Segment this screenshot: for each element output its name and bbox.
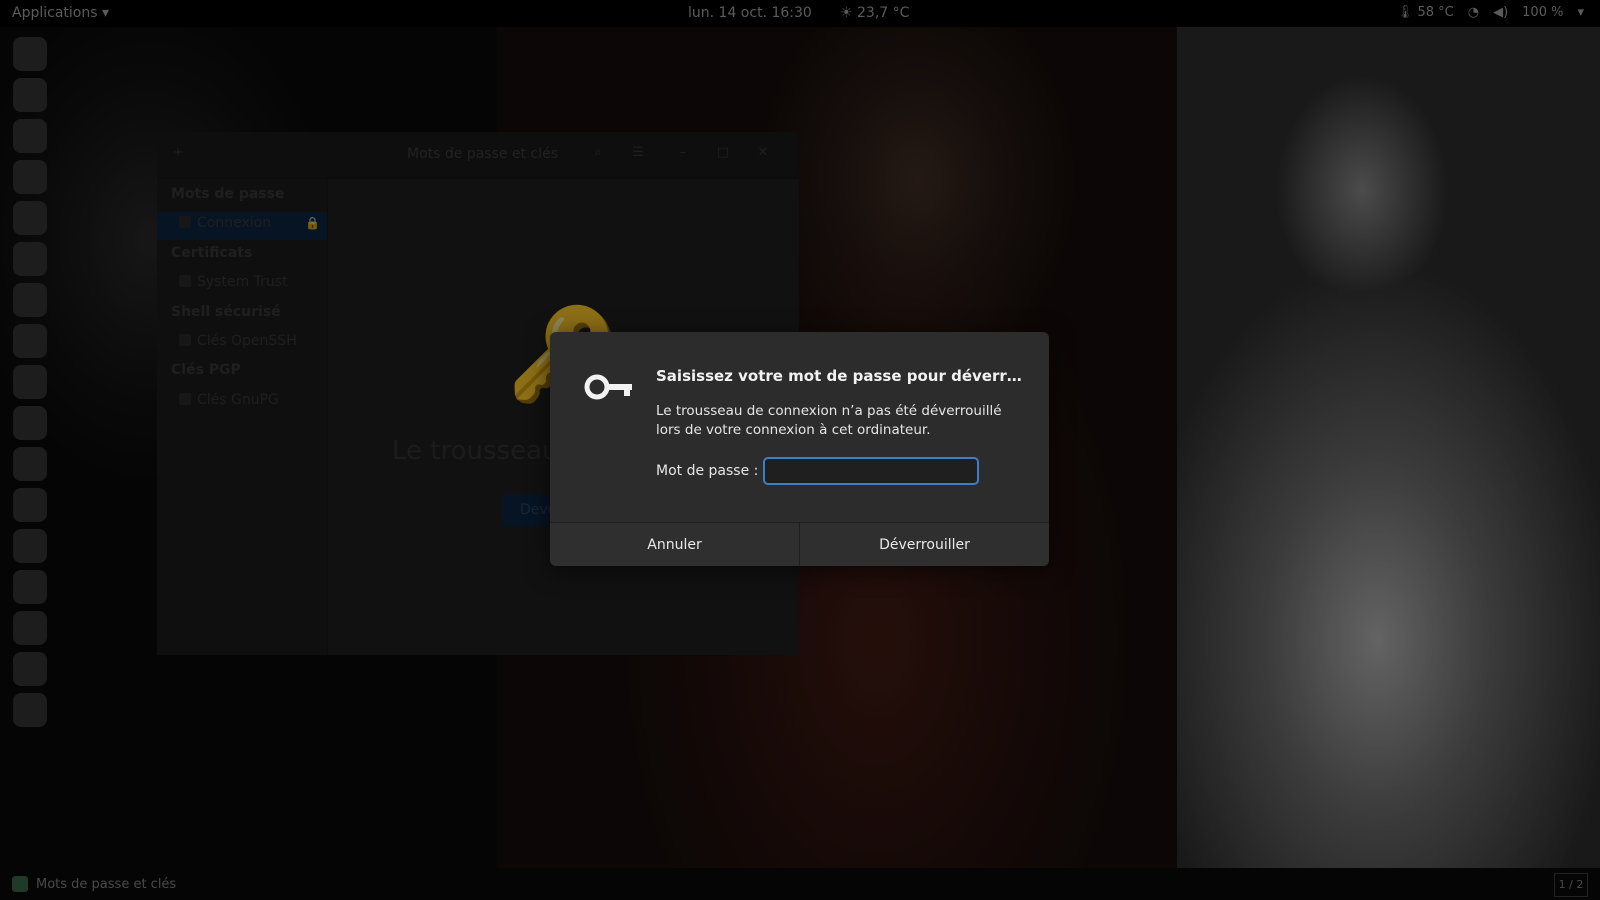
password-input[interactable] [763, 457, 979, 485]
power-menu-icon[interactable]: ▾ [1577, 5, 1584, 20]
unlock-keyring-dialog: Saisissez votre mot de passe pour déverr… [550, 332, 1049, 566]
key-icon [584, 374, 632, 400]
cancel-button[interactable]: Annuler [550, 523, 799, 566]
top-panel: Applications ▾ lun. 14 oct. 16:30 ☀ 23,7… [0, 0, 1600, 27]
battery-level[interactable]: 100 % [1522, 5, 1563, 20]
applications-menu[interactable]: Applications ▾ [12, 5, 109, 21]
volume-icon[interactable]: ◀) [1493, 5, 1508, 20]
system-tray: 🌡 58 °C ◔ ◀) 100 % ▾ [1397, 5, 1584, 20]
dialog-heading: Saisissez votre mot de passe pour déverr… [656, 367, 1031, 385]
display-icon[interactable] [13, 406, 47, 440]
browser-icon[interactable] [13, 119, 47, 153]
workspace-indicator[interactable]: 1 / 2 [1554, 873, 1588, 897]
trash-icon[interactable] [13, 652, 47, 686]
spotify-icon[interactable] [13, 529, 47, 563]
software-icon[interactable] [13, 365, 47, 399]
dialog-actions: Annuler Déverrouiller [550, 522, 1049, 566]
app-grid-icon[interactable] [13, 693, 47, 727]
weather-indicator[interactable]: ☀ 23,7 °C [840, 5, 909, 21]
taskbar-item-label: Mots de passe et clés [36, 876, 177, 892]
cpu-temperature[interactable]: 🌡 58 °C [1397, 5, 1454, 20]
terminal-exit-icon[interactable] [13, 78, 47, 112]
taskbar-item[interactable]: Mots de passe et clés [12, 876, 176, 892]
dock [8, 30, 52, 870]
passwords-app-icon [12, 876, 28, 892]
text-editor-icon[interactable] [13, 201, 47, 235]
clock[interactable]: lun. 14 oct. 16:30 [688, 5, 812, 21]
keyboard-icon[interactable] [13, 447, 47, 481]
unlock-button[interactable]: Déverrouiller [799, 523, 1049, 566]
download-icon[interactable] [13, 611, 47, 645]
password-label: Mot de passe : [656, 463, 759, 479]
system-monitor-icon[interactable] [13, 324, 47, 358]
files-icon[interactable] [13, 242, 47, 276]
star-icon[interactable] [13, 488, 47, 522]
bottom-panel: Mots de passe et clés 1 / 2 [0, 868, 1600, 900]
wifi-icon[interactable]: ◔ [1468, 5, 1479, 20]
chart-app-icon[interactable] [13, 570, 47, 604]
dialog-description: Le trousseau de connexion n’a pas été dé… [656, 403, 1002, 438]
chrome-icon[interactable] [13, 37, 47, 71]
terminal-icon[interactable] [13, 283, 47, 317]
thunderbird-icon[interactable] [13, 160, 47, 194]
